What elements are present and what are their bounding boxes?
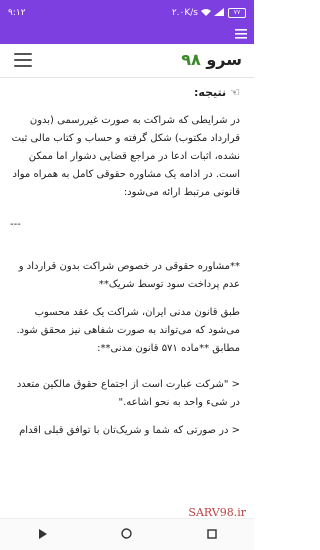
recents-square-icon[interactable] (207, 528, 217, 542)
menu-line (14, 65, 32, 67)
logo-word: سرو (206, 50, 242, 69)
paragraph-continuation: < در صورتی که شما و شریک‌تان با توافق قب… (19, 425, 240, 436)
status-time: ۹:۱۲ (8, 8, 26, 18)
paragraph-civil-law: طبق قانون مدنی ایران، شراکت یک عقد محسوب… (16, 307, 240, 354)
status-icons: ۲.۰K/s (171, 7, 224, 19)
logo-number: ۹۸ (181, 50, 201, 69)
back-triangle-icon[interactable] (37, 528, 48, 542)
network-speed: ۲.۰K/s (171, 8, 198, 18)
site-logo[interactable]: سرو ۹۸ (181, 50, 242, 69)
quote-article-571: < "شرکت عبارت است از اجتماع حقوق مالکین … (16, 379, 240, 408)
status-right: ۲.۰K/s ۷۷ (171, 7, 246, 19)
hamburger-menu-icon[interactable] (234, 28, 248, 42)
result-heading-text: نتیجه: (194, 86, 227, 99)
horizontal-rule-text: --- (10, 219, 21, 230)
article-content: ☜نتیجه: در شرایطی که شراکت به صورت غیررس… (0, 78, 254, 518)
wifi-icon (201, 8, 211, 19)
paragraph-intro: در شرایطی که شراکت به صورت غیررسمی (بدون… (11, 115, 240, 198)
browser-bar (0, 26, 254, 44)
signal-icon (214, 7, 224, 19)
paragraph-advice-title: **مشاوره حقوقی در خصوص شراکت بدون قراردا… (18, 261, 240, 290)
battery-icon: ۷۷ (228, 8, 246, 18)
menu-line (14, 53, 32, 55)
home-circle-icon[interactable] (121, 527, 133, 542)
result-heading: ☜نتیجه: (10, 84, 240, 102)
status-bar: ۹:۱۲ ۲.۰K/s ۷۷ (0, 0, 254, 26)
pointing-hand-icon: ☜ (230, 86, 240, 99)
android-nav-bar (0, 518, 254, 550)
site-menu-button[interactable] (14, 53, 32, 67)
menu-line (14, 59, 32, 61)
site-header: سرو ۹۸ (0, 44, 254, 78)
